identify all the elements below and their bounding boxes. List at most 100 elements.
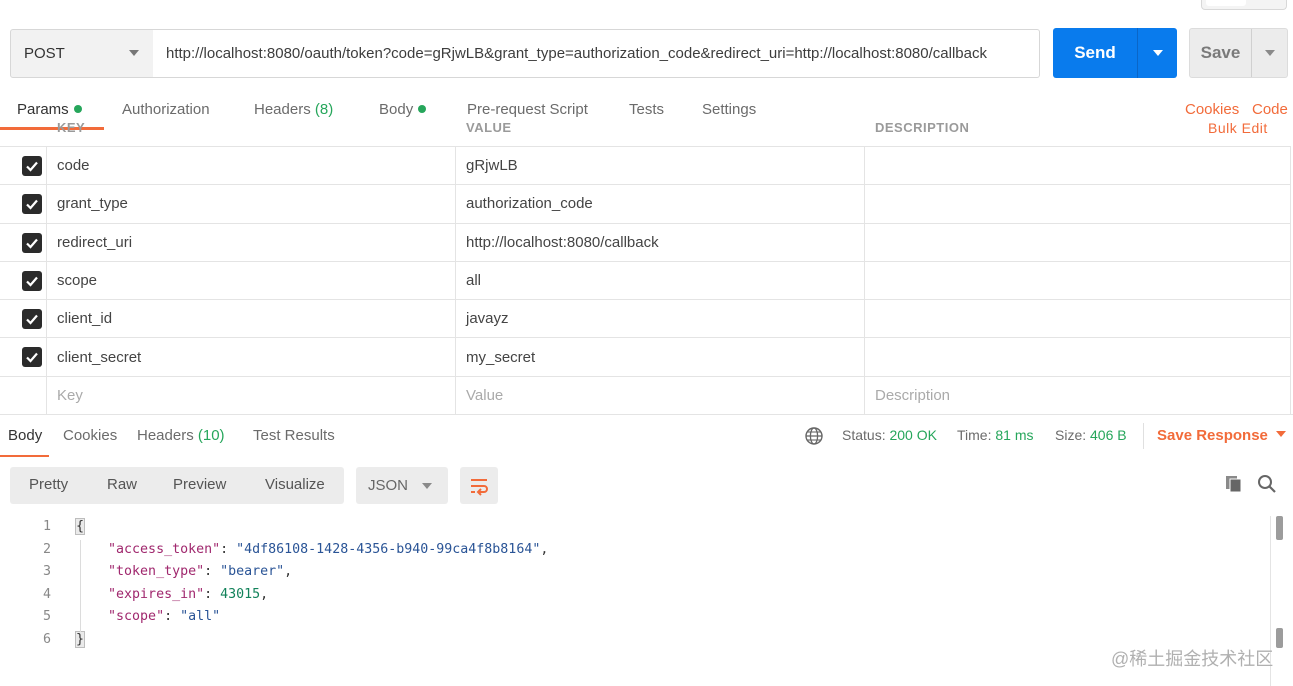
preview-button[interactable]: Preview: [173, 476, 226, 493]
tab-label: Headers: [137, 427, 194, 444]
header-value: VALUE: [466, 120, 512, 134]
param-description[interactable]: [865, 338, 1291, 376]
scrollbar-thumb[interactable]: [1276, 628, 1283, 648]
param-key[interactable]: scope: [47, 261, 456, 300]
response-time: Time: 81 ms: [957, 427, 1034, 443]
tab-body[interactable]: Body: [379, 101, 427, 118]
send-label: Send: [1074, 43, 1116, 62]
checkmark-icon: [26, 314, 38, 325]
header-description: DESCRIPTION: [875, 120, 970, 134]
chevron-down-icon: [1264, 50, 1275, 56]
layout-toggle[interactable]: [1201, 0, 1287, 10]
watermark: @稀土掘金技术社区: [1111, 649, 1274, 669]
header-key: KEY: [57, 120, 86, 134]
code-link[interactable]: Code: [1252, 101, 1288, 118]
tab-authorization[interactable]: Authorization: [122, 101, 210, 118]
tab-label: Params: [17, 101, 69, 118]
pretty-button[interactable]: Pretty: [29, 476, 68, 493]
tab-response-headers[interactable]: Headers (10): [137, 427, 225, 444]
param-checkbox[interactable]: [22, 309, 42, 330]
json-brace: {: [74, 518, 86, 535]
url-input[interactable]: http://localhost:8080/oauth/token?code=g…: [153, 29, 1040, 78]
tab-response-cookies[interactable]: Cookies: [63, 427, 117, 444]
save-dropdown[interactable]: [1252, 50, 1287, 56]
param-checkbox[interactable]: [22, 270, 42, 291]
param-description[interactable]: [865, 261, 1291, 300]
tab-label: Tests: [629, 101, 665, 118]
param-value[interactable]: gRjwLB: [456, 147, 865, 185]
param-key[interactable]: client_id: [47, 300, 456, 338]
value-input[interactable]: Value: [456, 376, 865, 415]
visualize-button[interactable]: Visualize: [265, 476, 325, 493]
format-toggle-group: Pretty Raw Preview Visualize: [10, 467, 344, 504]
param-value[interactable]: my_secret: [456, 338, 865, 376]
status-dot: [418, 105, 427, 114]
checkmark-icon: [26, 353, 38, 364]
save-button[interactable]: Save: [1189, 28, 1288, 78]
json-value: "all": [180, 609, 221, 624]
bulk-edit-link[interactable]: Bulk Edit: [1208, 120, 1268, 134]
response-body-code[interactable]: 1{ 2 "access_token": "4df86108-1428-4356…: [0, 516, 1270, 651]
response-bar: Body Cookies Headers (10) Test Results S…: [0, 414, 1293, 457]
description-input[interactable]: Description: [865, 376, 1291, 415]
param-checkbox[interactable]: [22, 194, 42, 215]
key-input[interactable]: Key: [47, 376, 456, 415]
tab-label: Authorization: [122, 101, 210, 118]
checkbox-cell: [0, 185, 47, 223]
param-key[interactable]: grant_type: [47, 185, 456, 223]
param-row: redirect_uri http://localhost:8080/callb…: [0, 223, 1291, 262]
param-value[interactable]: all: [456, 261, 865, 300]
param-checkbox[interactable]: [22, 156, 42, 176]
json-comma: ,: [284, 564, 293, 579]
cookies-link[interactable]: Cookies: [1185, 101, 1239, 118]
param-checkbox[interactable]: [22, 232, 42, 253]
line-number: 5: [42, 609, 51, 624]
checkmark-icon: [26, 276, 38, 287]
checkbox-cell: [0, 300, 47, 338]
tab-test-results[interactable]: Test Results: [253, 427, 335, 444]
param-key[interactable]: code: [47, 147, 456, 185]
code-line: 5 "scope": "all": [0, 606, 1270, 629]
save-label: Save: [1200, 43, 1241, 62]
wrap-icon: [471, 478, 488, 496]
param-description[interactable]: [865, 185, 1291, 223]
tab-pre-request-script[interactable]: Pre-request Script: [467, 101, 588, 118]
param-description[interactable]: [865, 300, 1291, 338]
method-select[interactable]: POST: [10, 29, 154, 78]
time-value: 81 ms: [995, 427, 1034, 443]
param-key[interactable]: client_secret: [47, 338, 456, 376]
save-response-button[interactable]: Save Response: [1157, 427, 1286, 444]
json-value: "4df86108-1428-4356-b940-99ca4f8b8164": [236, 541, 541, 557]
line-number: 2: [42, 541, 51, 557]
param-value[interactable]: authorization_code: [456, 185, 865, 223]
param-value[interactable]: javayz: [456, 300, 865, 338]
checkmark-icon: [26, 200, 38, 210]
format-select[interactable]: JSON: [356, 467, 448, 504]
method-label: POST: [24, 45, 65, 62]
status-value: 200 OK: [889, 427, 937, 443]
scrollbar-thumb[interactable]: [1276, 516, 1283, 540]
line-number: 1: [42, 519, 51, 534]
code-line: 6}: [0, 629, 1270, 652]
param-checkbox[interactable]: [22, 347, 42, 368]
tab-label: Settings: [702, 101, 757, 118]
tab-params[interactable]: Params: [17, 101, 82, 118]
code-line: 1{: [0, 516, 1270, 539]
param-description[interactable]: [865, 223, 1291, 261]
param-row: grant_type authorization_code: [0, 185, 1291, 224]
tab-response-body[interactable]: Body: [8, 427, 42, 444]
param-key[interactable]: redirect_uri: [47, 223, 456, 261]
search-icon[interactable]: [1257, 474, 1277, 498]
copy-icon[interactable]: [1224, 474, 1244, 498]
wrap-lines-button[interactable]: [460, 467, 498, 504]
tab-tests[interactable]: Tests: [629, 101, 664, 118]
send-button[interactable]: Send: [1053, 28, 1177, 78]
param-value[interactable]: http://localhost:8080/callback: [456, 223, 865, 261]
json-brace: }: [74, 630, 86, 648]
tab-settings[interactable]: Settings: [702, 101, 756, 118]
globe-icon[interactable]: [804, 426, 824, 450]
param-description[interactable]: [865, 147, 1291, 185]
raw-button[interactable]: Raw: [107, 476, 137, 493]
tab-headers[interactable]: Headers (8): [254, 101, 333, 118]
send-dropdown[interactable]: [1138, 50, 1177, 56]
